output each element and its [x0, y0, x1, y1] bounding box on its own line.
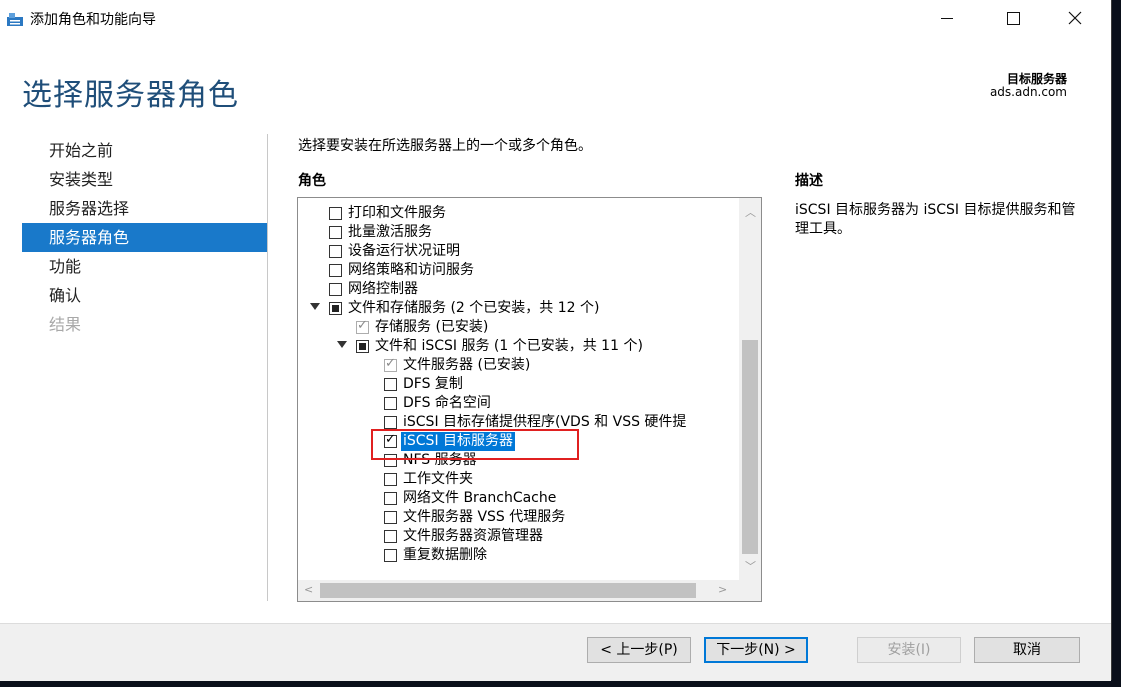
role-label: DFS 复制 — [403, 376, 463, 392]
horizontal-scrollbar[interactable]: < > — [298, 580, 761, 601]
role-label: 网络策略和访问服务 — [348, 262, 474, 278]
role-checkbox[interactable] — [384, 416, 397, 429]
minimize-button[interactable] — [924, 0, 970, 36]
previous-button[interactable]: < 上一步(P) — [587, 637, 691, 663]
role-row[interactable]: 网络控制器 — [298, 280, 738, 299]
nav-item-confirmation[interactable]: 确认 — [22, 281, 267, 310]
nav-item-before-you-begin[interactable]: 开始之前 — [22, 136, 267, 165]
checkmark-icon: ✓ — [357, 318, 368, 333]
role-checkbox[interactable] — [329, 207, 342, 220]
minimize-icon — [941, 17, 953, 19]
role-label: 网络控制器 — [348, 281, 418, 297]
close-icon — [1068, 11, 1082, 25]
role-row[interactable]: 设备运行状况证明 — [298, 242, 738, 261]
role-checkbox: ✓ — [356, 318, 369, 334]
window-title: 添加角色和功能向导 — [30, 12, 156, 28]
description-text: iSCSI 目标服务器为 iSCSI 目标提供服务和管理工具。 — [795, 202, 1076, 237]
nav-item-server-roles[interactable]: 服务器角色 — [22, 223, 267, 252]
role-row[interactable]: 网络策略和访问服务 — [298, 261, 738, 280]
maximize-button[interactable] — [990, 0, 1036, 36]
vertical-scrollbar[interactable]: ︿ ﹀ — [739, 198, 761, 580]
scroll-left-icon[interactable]: < — [304, 583, 313, 596]
role-checkbox: ✓ — [384, 356, 397, 372]
role-label: 存储服务 (已安装) — [375, 319, 489, 335]
role-label: 文件服务器 VSS 代理服务 — [403, 509, 566, 525]
title-bar[interactable]: 添加角色和功能向导 — [0, 0, 1111, 38]
checkmark-icon: ✓ — [385, 356, 396, 371]
role-row[interactable]: 打印和文件服务 — [298, 204, 738, 223]
role-row[interactable]: 文件服务器资源管理器 — [298, 527, 738, 546]
nav-divider — [267, 134, 268, 601]
maximize-icon — [1006, 11, 1020, 25]
role-label: 工作文件夹 — [403, 471, 473, 487]
role-row[interactable]: ✓ 存储服务 (已安装) — [298, 318, 738, 337]
role-label: 打印和文件服务 — [348, 205, 446, 221]
role-row[interactable]: 文件服务器 VSS 代理服务 — [298, 508, 738, 527]
role-row[interactable]: ✓ 文件服务器 (已安装) — [298, 356, 738, 375]
annotation-highlight — [371, 429, 579, 460]
role-row[interactable]: 网络文件 BranchCache — [298, 489, 738, 508]
role-label: 设备运行状况证明 — [348, 243, 460, 259]
role-label: 网络文件 BranchCache — [403, 490, 557, 506]
description-heading: 描述 — [795, 173, 823, 189]
role-label: 重复数据删除 — [403, 547, 487, 563]
role-checkbox[interactable] — [329, 264, 342, 277]
role-checkbox[interactable] — [384, 378, 397, 391]
role-label: DFS 命名空间 — [403, 395, 491, 411]
role-row[interactable]: 重复数据删除 — [298, 546, 738, 565]
target-server-host: ads.adn.com — [989, 85, 1067, 99]
roles-tree[interactable]: 打印和文件服务 批量激活服务设备运行状况证明 网络策略和访问服务 网络控制器文件和存储… — [297, 197, 762, 602]
next-button[interactable]: 下一步(N) > — [704, 637, 808, 663]
role-label: 文件和 iSCSI 服务 (1 个已安装，共 11 个) — [375, 338, 643, 354]
install-button: 安装(I) — [857, 637, 961, 663]
role-row[interactable]: 工作文件夹 — [298, 470, 738, 489]
role-checkbox[interactable] — [384, 511, 397, 524]
close-button[interactable] — [1052, 0, 1098, 36]
nav-item-server-selection[interactable]: 服务器选择 — [22, 194, 267, 223]
wizard-window: 添加角色和功能向导 选择服务器角色 目标服务器 ads.adn.com 开始之前… — [0, 0, 1112, 681]
role-checkbox[interactable] — [329, 283, 342, 296]
nav-item-results: 结果 — [49, 315, 82, 334]
roles-heading: 角色 — [298, 173, 326, 189]
roles-list: 打印和文件服务 批量激活服务设备运行状况证明 网络策略和访问服务 网络控制器文件和存储… — [298, 198, 738, 580]
role-label: 文件服务器资源管理器 — [403, 528, 543, 544]
role-checkbox[interactable] — [329, 226, 342, 239]
horizontal-scroll-thumb[interactable] — [320, 583, 696, 598]
nav-item-installation-type[interactable]: 安装类型 — [22, 165, 267, 194]
vertical-scroll-thumb[interactable] — [742, 340, 758, 554]
role-checkbox[interactable] — [356, 340, 369, 353]
expand-collapse-icon[interactable] — [337, 341, 347, 348]
server-manager-icon — [7, 13, 23, 26]
role-label: 文件和存储服务 (2 个已安装，共 12 个) — [348, 300, 600, 316]
role-checkbox[interactable] — [329, 245, 342, 258]
instruction-text: 选择要安装在所选服务器上的一个或多个角色。 — [298, 138, 592, 154]
scroll-down-icon[interactable]: ﹀ — [745, 558, 756, 574]
role-checkbox[interactable] — [384, 473, 397, 486]
role-checkbox[interactable] — [384, 549, 397, 562]
nav-item-features[interactable]: 功能 — [22, 252, 267, 281]
role-row[interactable]: DFS 命名空间 — [298, 394, 738, 413]
cancel-button[interactable]: 取消 — [974, 637, 1080, 663]
role-checkbox[interactable] — [384, 492, 397, 505]
footer-bar: < 上一步(P) 下一步(N) > 安装(I) 取消 — [0, 623, 1111, 681]
role-row[interactable]: 批量激活服务 — [298, 223, 738, 242]
role-label: 批量激活服务 — [348, 224, 432, 240]
page-title: 选择服务器角色 — [22, 78, 239, 113]
role-row[interactable]: DFS 复制 — [298, 375, 738, 394]
role-checkbox[interactable] — [329, 302, 342, 315]
role-checkbox[interactable] — [384, 530, 397, 543]
role-row[interactable]: 文件和存储服务 (2 个已安装，共 12 个) — [298, 299, 738, 318]
role-label: 文件服务器 (已安装) — [403, 357, 531, 373]
scroll-right-icon[interactable]: > — [718, 583, 727, 596]
role-checkbox[interactable] — [384, 397, 397, 410]
scroll-up-icon[interactable]: ︿ — [745, 204, 756, 220]
expand-collapse-icon[interactable] — [310, 303, 320, 310]
role-row[interactable]: 文件和 iSCSI 服务 (1 个已安装，共 11 个) — [298, 337, 738, 356]
wizard-nav: 开始之前 安装类型 服务器选择 服务器角色 功能 确认 结果 — [22, 136, 267, 339]
